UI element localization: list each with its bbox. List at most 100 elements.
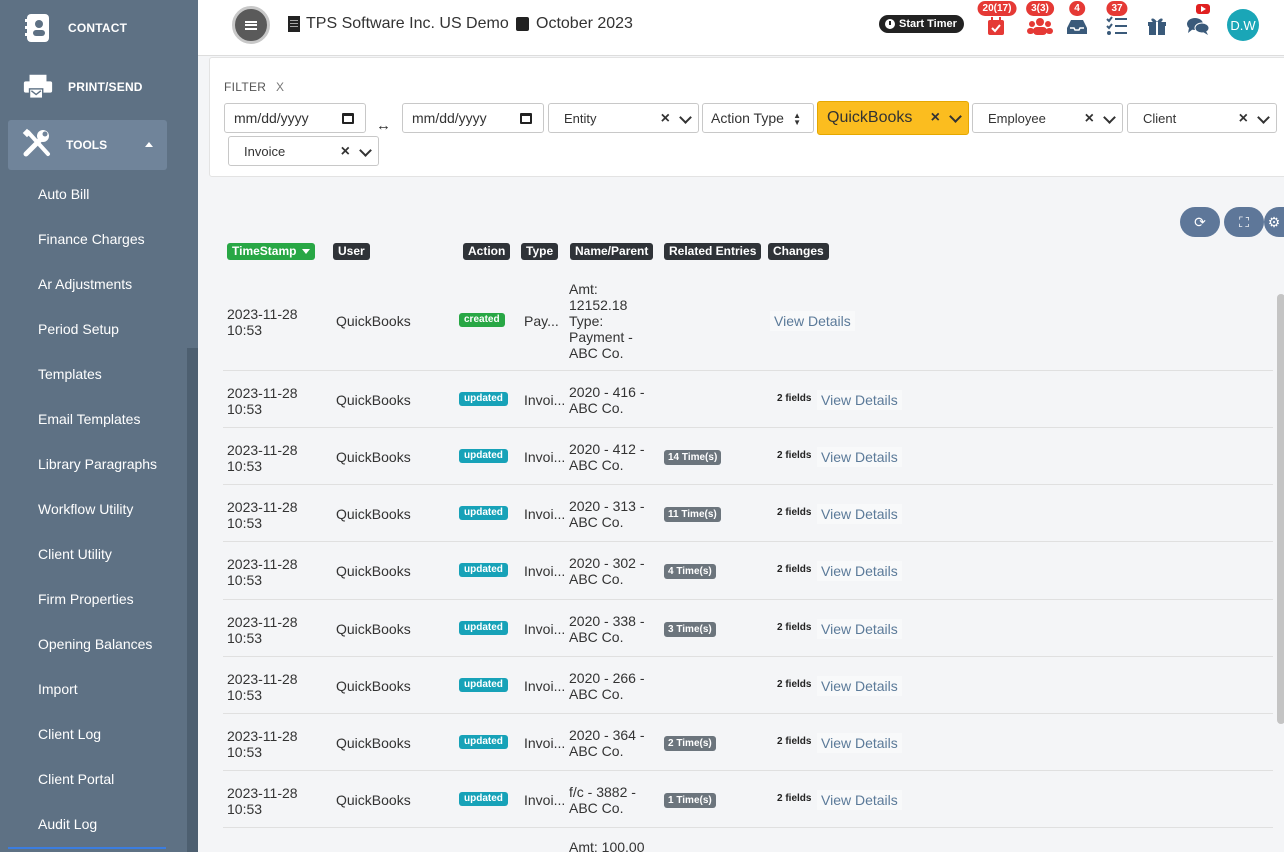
sidebar-item-finance-charges[interactable]: Finance Charges (0, 217, 198, 262)
sidebar-item-workflow-utility[interactable]: Workflow Utility (0, 487, 198, 532)
date-to-input[interactable]: mm/dd/yyyy (402, 103, 544, 133)
column-header-timestamp[interactable]: TimeStamp (227, 243, 316, 260)
view-details-link[interactable]: View Details (817, 503, 902, 524)
table-row[interactable]: 2023-11-28 10:53 QuickBooks updated Invoi...… (223, 428, 1273, 485)
view-details-link[interactable]: View Details (817, 618, 902, 639)
entity-select[interactable]: Entity × (548, 103, 699, 133)
column-header-name-parent[interactable]: Name/Parent (570, 243, 654, 260)
calendar-picker-icon[interactable] (342, 113, 354, 124)
sidebar-item-period-setup[interactable]: Period Setup (0, 307, 198, 352)
view-details-link[interactable]: View Details (817, 389, 902, 410)
sidebar-item-ar-adjustments[interactable]: Ar Adjustments (0, 262, 198, 307)
clear-icon[interactable]: × (341, 143, 350, 161)
related-entries-badge[interactable]: 14 Time(s) (664, 449, 722, 465)
chevron-down-icon[interactable] (949, 110, 962, 123)
menu-toggle-button[interactable] (232, 6, 270, 44)
refresh-button[interactable]: ⟳ (1180, 207, 1220, 237)
fullscreen-button[interactable]: ⛶ (1224, 207, 1264, 237)
table-row[interactable]: Amt: 100.00 (223, 828, 1273, 852)
sidebar-item-client-portal[interactable]: Client Portal (0, 757, 198, 802)
timestamp-date: 2023-11-28 (227, 305, 298, 322)
chevron-down-icon[interactable] (1257, 111, 1270, 124)
settings-button[interactable]: ⚙ (1264, 207, 1284, 237)
action-type-select[interactable]: Action Type ▲ ▼ (702, 103, 814, 133)
sidebar-scrollbar[interactable] (187, 348, 198, 852)
chevron-down-icon[interactable] (359, 144, 372, 157)
employee-select[interactable]: Employee × (972, 103, 1123, 133)
related-entries-badge[interactable]: 11 Time(s) (664, 506, 721, 522)
view-details-link[interactable]: View Details (817, 732, 902, 753)
youtube-icon[interactable] (1196, 4, 1210, 14)
table-row[interactable]: 2023-11-28 10:53 QuickBooks updated Invoi...… (223, 485, 1273, 542)
sidebar-item-print-send[interactable]: PRINT/SEND (0, 56, 198, 118)
column-header-related-entries[interactable]: Related Entries (664, 243, 762, 260)
chat-icon[interactable] (1186, 4, 1210, 36)
sidebar-item-client-utility[interactable]: Client Utility (0, 532, 198, 577)
changed-fields-count: 2 fields (777, 449, 812, 461)
firm-selector[interactable]: TPS Software Inc. US Demo (288, 15, 509, 33)
table-row[interactable]: 2023-11-28 10:53 QuickBooks created Pay... Am… (223, 270, 1273, 371)
column-header-type[interactable]: Type (521, 243, 559, 260)
sidebar-item-opening-balances[interactable]: Opening Balances (0, 622, 198, 667)
changed-fields-count: 2 fields (777, 792, 812, 804)
inbox-badge: 4 (1069, 1, 1085, 16)
clear-icon[interactable]: × (1085, 110, 1094, 128)
date-from-input[interactable]: mm/dd/yyyy (224, 103, 366, 133)
avatar[interactable]: D.W (1227, 9, 1259, 41)
view-details-link[interactable]: View Details (817, 561, 902, 581)
related-entries-badge[interactable]: 2 Time(s) (664, 735, 716, 751)
period-selector[interactable]: October 2023 (516, 15, 633, 33)
client-select[interactable]: Client × (1127, 103, 1277, 133)
column-header-action[interactable]: Action (463, 243, 511, 260)
sidebar-item-auto-bill[interactable]: Auto Bill (0, 172, 198, 217)
table-row[interactable]: 2023-11-28 10:53 QuickBooks updated Invoi...… (223, 371, 1273, 428)
type-cell: Invoi... (524, 448, 566, 465)
entity-select-value: Entity (564, 110, 597, 126)
quickbooks-select[interactable]: QuickBooks × (817, 101, 969, 135)
sidebar-item-audit-log[interactable]: Audit Log (0, 802, 198, 847)
sidebar-item-import[interactable]: Import (0, 667, 198, 712)
users-icon[interactable]: 3(3) (1026, 1, 1054, 36)
gift-icon[interactable] (1146, 16, 1168, 36)
sidebar-item-library-paragraphs[interactable]: Library Paragraphs (0, 442, 198, 487)
clear-icon[interactable]: × (931, 109, 940, 127)
chevron-down-icon[interactable] (679, 111, 692, 124)
name-parent-line: 2020 - 266 - (569, 669, 645, 686)
column-header-changes[interactable]: Changes (768, 243, 829, 260)
sidebar-item-firm-properties[interactable]: Firm Properties (0, 577, 198, 622)
view-details-link[interactable]: View Details (817, 789, 902, 810)
tasks-icon[interactable]: 37 (1106, 1, 1128, 36)
sidebar-item-tools[interactable]: TOOLS (8, 120, 167, 170)
filter-clear-button[interactable]: X (276, 80, 284, 94)
name-parent-line: ABC Co. (569, 399, 624, 416)
view-details-link[interactable]: View Details (817, 675, 902, 696)
table-row[interactable]: 2023-11-28 10:53 QuickBooks updated Invoi...… (223, 714, 1273, 771)
table-row[interactable]: 2023-11-28 10:53 QuickBooks updated Invoi...… (223, 542, 1273, 600)
clear-icon[interactable]: × (661, 110, 670, 128)
clear-icon[interactable]: × (1239, 110, 1248, 128)
timestamp-date: 2023-11-28 (227, 784, 298, 801)
related-entries-badge[interactable]: 1 Time(s) (664, 792, 716, 808)
name-parent-line: ABC Co. (569, 571, 624, 587)
invoice-select[interactable]: Invoice × (228, 136, 379, 166)
related-entries-badge[interactable]: 4 Time(s) (664, 564, 716, 579)
inbox-icon[interactable]: 4 (1066, 1, 1088, 36)
view-details-link[interactable]: View Details (817, 446, 902, 467)
table-scrollbar[interactable] (1277, 294, 1284, 724)
name-parent-line: ABC Co. (569, 456, 624, 473)
start-timer-button[interactable]: Start Timer (879, 15, 964, 33)
table-row[interactable]: 2023-11-28 10:53 QuickBooks updated Invoi...… (223, 771, 1273, 828)
table-row[interactable]: 2023-11-28 10:53 QuickBooks updated Invoi...… (223, 600, 1273, 657)
related-entries-badge[interactable]: 3 Time(s) (664, 621, 716, 637)
chevron-down-icon[interactable] (1103, 111, 1116, 124)
sidebar-item-email-templates[interactable]: Email Templates (0, 397, 198, 442)
sidebar-item-templates[interactable]: Templates (0, 352, 198, 397)
view-details-link[interactable]: View Details (770, 310, 855, 331)
calendar-check-icon[interactable]: 20(17) (977, 1, 1017, 36)
column-header-user[interactable]: User (333, 243, 370, 260)
refresh-icon: ⟳ (1194, 213, 1206, 230)
sidebar-item-contact[interactable]: CONTACT (0, 0, 198, 56)
table-row[interactable]: 2023-11-28 10:53 QuickBooks updated Invoi...… (223, 657, 1273, 714)
sidebar-item-client-log[interactable]: Client Log (0, 712, 198, 757)
calendar-picker-icon[interactable] (520, 113, 532, 124)
